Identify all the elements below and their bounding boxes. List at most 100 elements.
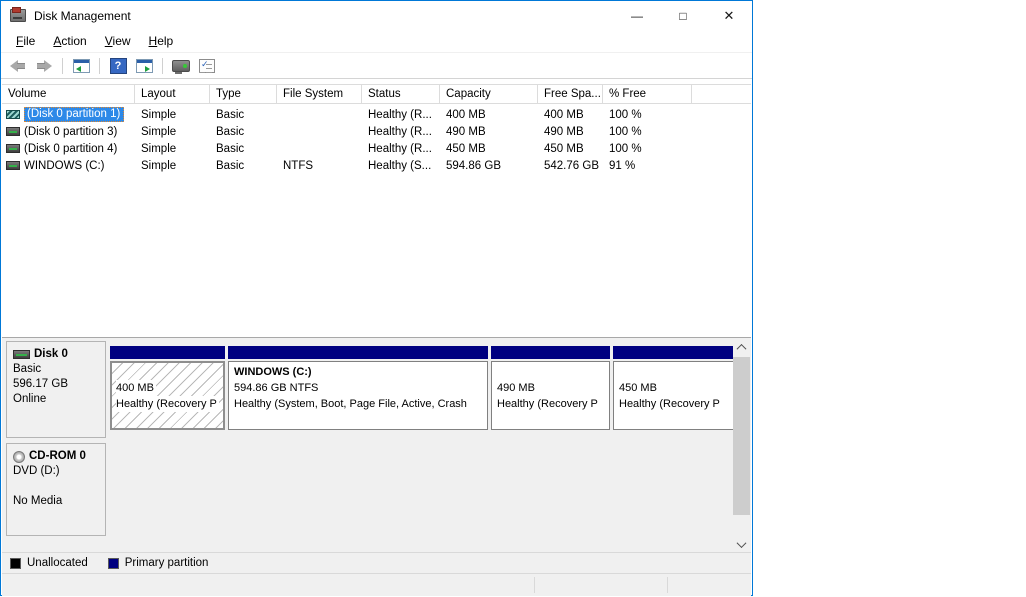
- cdrom-header-panel[interactable]: CD-ROM 0 DVD (D:) No Media: [6, 443, 106, 536]
- cell-status: Healthy (R...: [362, 109, 440, 121]
- cell-volume: (Disk 0 partition 4): [2, 143, 135, 155]
- disk-drive-icon: [10, 9, 26, 22]
- primary-partition-bar: [613, 346, 735, 359]
- console-tree-icon: [73, 59, 90, 73]
- help-icon: ?: [110, 58, 127, 74]
- back-arrow-icon: [10, 60, 26, 72]
- cdrom-spacer: [13, 479, 99, 494]
- vertical-scrollbar[interactable]: [733, 339, 750, 553]
- cell-file-system: NTFS: [277, 160, 362, 172]
- cell-capacity: 400 MB: [440, 109, 538, 121]
- cell-capacity: 594.86 GB: [440, 160, 538, 172]
- disk0-status: Online: [13, 392, 99, 407]
- scroll-down-button[interactable]: [733, 536, 750, 553]
- column-header-capacity[interactable]: Capacity: [440, 85, 538, 103]
- cell-layout: Simple: [135, 160, 210, 172]
- cell-status: Healthy (R...: [362, 126, 440, 138]
- disk0-header-panel[interactable]: Disk 0 Basic 596.17 GB Online: [6, 341, 106, 438]
- back-button[interactable]: [7, 56, 29, 76]
- menu-help-hotkey: H: [149, 34, 158, 48]
- cell-layout: Simple: [135, 126, 210, 138]
- legend-unallocated-label: Unallocated: [27, 557, 88, 569]
- toolbar-separator: [99, 58, 100, 74]
- close-button[interactable]: ✕: [706, 1, 752, 30]
- partition-size: 594.86 GB NTFS: [234, 380, 487, 396]
- cell-type: Basic: [210, 126, 277, 138]
- cell-type: Basic: [210, 160, 277, 172]
- menu-action[interactable]: Action: [44, 31, 95, 51]
- cell-volume: WINDOWS (C:): [2, 160, 135, 172]
- menu-view[interactable]: View: [96, 31, 140, 51]
- column-header-type[interactable]: Type: [210, 85, 277, 103]
- partition-1-box[interactable]: 400 MB Healthy (Recovery P: [110, 361, 225, 430]
- partition-1[interactable]: 400 MB Healthy (Recovery P: [110, 346, 225, 430]
- cell-status: Healthy (R...: [362, 143, 440, 155]
- volume-row-windows-c[interactable]: WINDOWS (C:) Simple Basic NTFS Healthy (…: [2, 157, 751, 174]
- cdrom-name: CD-ROM 0: [29, 449, 86, 464]
- cell-capacity: 490 MB: [440, 126, 538, 138]
- disk-icon: [13, 350, 30, 359]
- volume-row-partition-4[interactable]: (Disk 0 partition 4) Simple Basic Health…: [2, 140, 751, 157]
- properties-icon: [199, 59, 215, 73]
- volume-label: WINDOWS (C:): [24, 160, 104, 172]
- partition-windows-c[interactable]: WINDOWS (C:) 594.86 GB NTFS Healthy (Sys…: [228, 346, 488, 430]
- volume-row-partition-1[interactable]: (Disk 0 partition 1) Simple Basic Health…: [2, 106, 751, 123]
- cell-layout: Simple: [135, 109, 210, 121]
- cell-pct-free: 100 %: [603, 143, 692, 155]
- column-header-volume[interactable]: Volume: [2, 85, 135, 103]
- partition-3-box[interactable]: 490 MB Healthy (Recovery P: [491, 361, 610, 430]
- show-console-tree-button[interactable]: [70, 56, 92, 76]
- menu-bar: File Action View Help: [1, 30, 752, 53]
- column-header-status[interactable]: Status: [362, 85, 440, 103]
- scrollbar-thumb[interactable]: [733, 357, 750, 515]
- partition-status: Healthy (System, Boot, Page File, Active…: [234, 396, 487, 412]
- window-controls: — □ ✕: [614, 1, 752, 30]
- cell-free-space: 400 MB: [538, 109, 603, 121]
- scroll-up-button[interactable]: [733, 339, 750, 356]
- minimize-button[interactable]: —: [614, 1, 660, 30]
- status-bar-separator: [534, 577, 535, 593]
- menu-action-rest: ction: [61, 34, 86, 48]
- chevron-down-icon: [737, 538, 747, 548]
- cell-type: Basic: [210, 143, 277, 155]
- help-button[interactable]: ?: [107, 56, 129, 76]
- column-header-free-space[interactable]: Free Spa...: [538, 85, 603, 103]
- partition-status: Healthy (Recovery P: [619, 396, 734, 412]
- column-header-pct-free[interactable]: % Free: [603, 85, 692, 103]
- menu-help[interactable]: Help: [140, 31, 183, 51]
- forward-button[interactable]: [33, 56, 55, 76]
- volume-row-partition-3[interactable]: (Disk 0 partition 3) Simple Basic Health…: [2, 123, 751, 140]
- disk-management-window: Disk Management — □ ✕ File Action View H…: [0, 0, 753, 596]
- menu-file-rest: ile: [23, 34, 35, 48]
- legend-bar: Unallocated Primary partition: [2, 552, 751, 573]
- cdrom-title: CD-ROM 0: [13, 449, 99, 464]
- toolbar-separator: [162, 58, 163, 74]
- disk0-title: Disk 0: [13, 347, 99, 362]
- partition-4-box[interactable]: 450 MB Healthy (Recovery P: [613, 361, 735, 430]
- partition-windows-c-box[interactable]: WINDOWS (C:) 594.86 GB NTFS Healthy (Sys…: [228, 361, 488, 430]
- popup-window-button[interactable]: [170, 56, 192, 76]
- volume-label: (Disk 0 partition 3): [24, 126, 117, 138]
- partition-size: 450 MB: [619, 380, 734, 396]
- primary-partition-bar: [228, 346, 488, 359]
- cell-pct-free: 100 %: [603, 109, 692, 121]
- cell-pct-free: 91 %: [603, 160, 692, 172]
- partition-4[interactable]: 450 MB Healthy (Recovery P: [613, 346, 735, 430]
- cell-type: Basic: [210, 109, 277, 121]
- column-header-file-system[interactable]: File System: [277, 85, 362, 103]
- graphical-view-pane: Disk 0 Basic 596.17 GB Online 400 MB Hea…: [2, 337, 751, 552]
- show-action-pane-button[interactable]: [133, 56, 155, 76]
- partition-icon: [6, 110, 20, 119]
- partition-status: Healthy (Recovery P: [116, 396, 219, 412]
- maximize-button[interactable]: □: [660, 1, 706, 30]
- cell-capacity: 450 MB: [440, 143, 538, 155]
- properties-button[interactable]: [196, 56, 218, 76]
- partition-size: 400 MB: [116, 380, 156, 396]
- menu-file[interactable]: File: [7, 31, 44, 51]
- partition-3[interactable]: 490 MB Healthy (Recovery P: [491, 346, 610, 430]
- cell-volume: (Disk 0 partition 3): [2, 126, 135, 138]
- action-pane-icon: [136, 59, 153, 73]
- column-header-spacer: [692, 85, 751, 103]
- menu-view-hotkey: V: [105, 34, 113, 48]
- column-header-layout[interactable]: Layout: [135, 85, 210, 103]
